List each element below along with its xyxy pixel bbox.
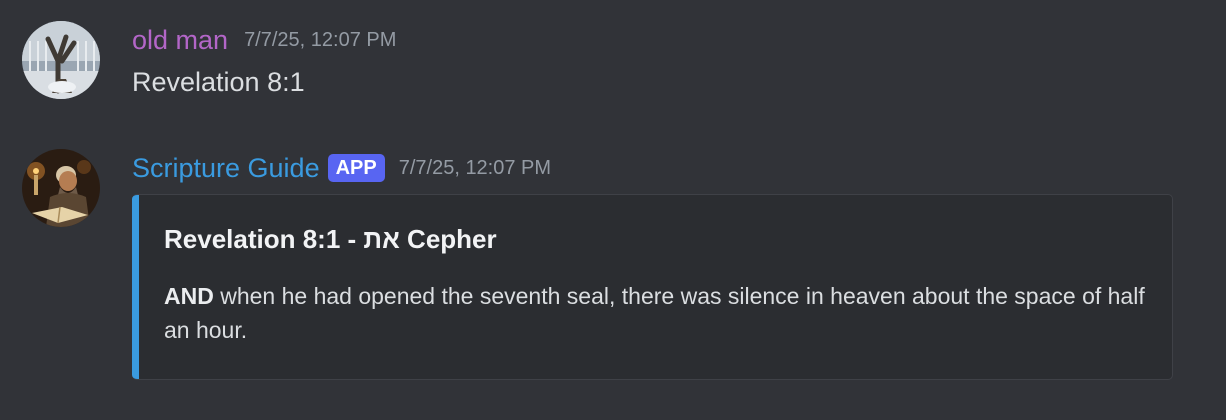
message-timestamp: 7/7/25, 12:07 PM bbox=[244, 29, 397, 51]
message-author[interactable]: Scripture Guide bbox=[132, 150, 320, 186]
message-header: Scripture Guide APP 7/7/25, 12:07 PM bbox=[132, 150, 551, 186]
embed-title: Revelation 8:1 - את Cepher bbox=[164, 224, 497, 254]
embed-description: AND when he had opened the seventh seal,… bbox=[164, 279, 1154, 347]
embed-description-text: when he had opened the seventh seal, the… bbox=[164, 283, 1145, 343]
message-timestamp: 7/7/25, 12:07 PM bbox=[398, 157, 552, 179]
bot-avatar[interactable] bbox=[22, 149, 100, 227]
tree-sculpture-avatar-icon bbox=[22, 21, 100, 99]
chat-message-list: old man 7/7/25, 12:07 PM Revelation 8:1 … bbox=[0, 0, 1226, 420]
message-author[interactable]: old man bbox=[132, 22, 228, 58]
chat-message: Scripture Guide APP 7/7/25, 12:07 PM Rev… bbox=[0, 130, 1226, 420]
scholar-reading-avatar-icon bbox=[22, 149, 100, 227]
message-header: old man 7/7/25, 12:07 PM bbox=[132, 22, 396, 58]
message-content: Revelation 8:1 bbox=[132, 67, 305, 97]
embed-accent-bar bbox=[132, 195, 139, 379]
user-avatar[interactable] bbox=[22, 21, 100, 99]
message-embed: Revelation 8:1 - את Cepher AND when he h… bbox=[132, 194, 1173, 380]
embed-description-lead: AND bbox=[164, 283, 214, 309]
chat-message: old man 7/7/25, 12:07 PM Revelation 8:1 bbox=[0, 0, 1226, 130]
app-badge: APP bbox=[327, 154, 385, 182]
